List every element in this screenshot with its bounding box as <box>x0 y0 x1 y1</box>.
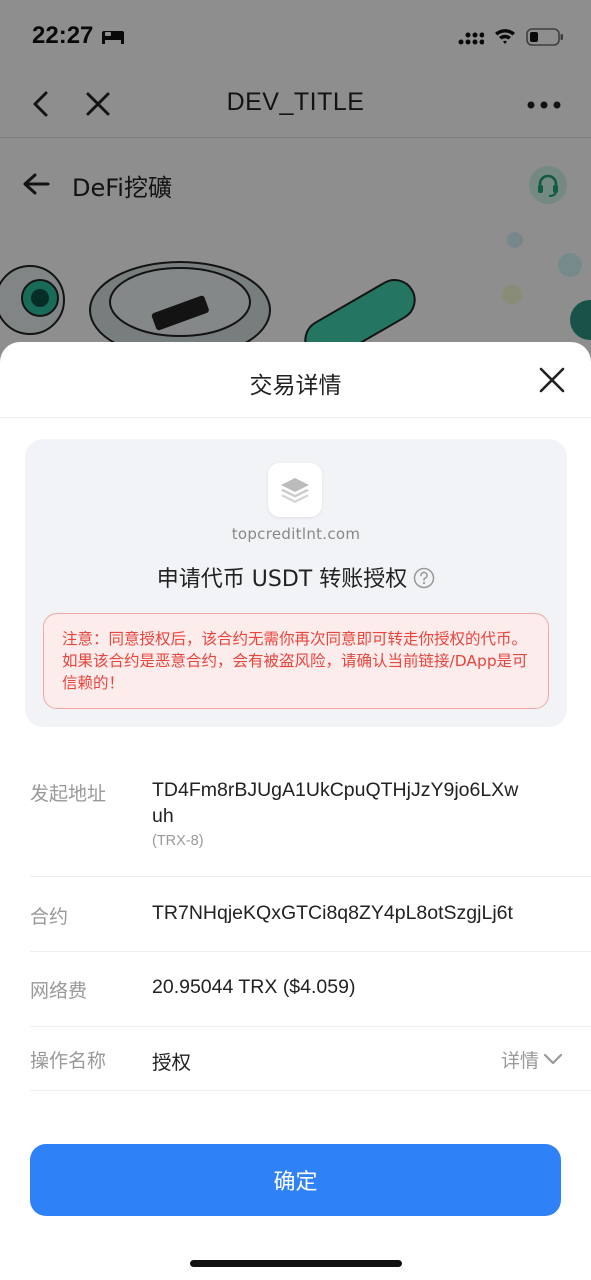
dapp-request-card: topcreditlnt.com 申请代币 USDT 转账授权 注意：同意授权后… <box>25 439 567 727</box>
home-indicator <box>190 1260 402 1267</box>
layers-icon <box>281 478 309 503</box>
operation-label: 操作名称 <box>30 1050 107 1072</box>
from-address-line2: uh <box>152 805 174 827</box>
contract-row: 合约 TR7NHqjeKQxGTCi8q8ZY4pL8otSzgjLj6t <box>30 877 591 952</box>
request-title: 申请代币 USDT 转账授权 <box>25 561 567 593</box>
details-toggle[interactable]: 详情 <box>501 1046 563 1073</box>
sheet-title: 交易详情 <box>249 373 342 399</box>
chevron-down-icon <box>543 1053 563 1065</box>
network-fee-value: 20.95044 TRX ($4.059) <box>152 976 356 998</box>
sheet-header: 交易详情 <box>0 342 591 418</box>
network-fee-row: 网络费 20.95044 TRX ($4.059) <box>30 952 591 1027</box>
network-fee-label: 网络费 <box>30 980 88 1002</box>
operation-row: 操作名称 授权 详情 <box>30 1027 591 1091</box>
details-label: 详情 <box>500 1050 539 1072</box>
request-title-text: 申请代币 USDT 转账授权 <box>156 567 408 592</box>
close-icon[interactable] <box>538 366 566 394</box>
dapp-domain: topcreditlnt.com <box>231 525 361 543</box>
risk-warning: 注意：同意授权后，该合约无需你再次同意即可转走你授权的代币。如果该合约是恶意合约… <box>43 613 549 709</box>
confirm-button[interactable]: 确定 <box>30 1144 561 1216</box>
dapp-logo <box>268 463 322 517</box>
from-address-line1: TD4Fm8rBJUgA1UkCpuQTHjJzY9jo6LXw <box>152 779 519 801</box>
contract-label: 合约 <box>30 906 69 928</box>
from-address-row: 发起地址 TD4Fm8rBJUgA1UkCpuQTHjJzY9jo6LXw uh… <box>30 757 591 877</box>
operation-value: 授权 <box>152 1052 192 1074</box>
help-icon[interactable] <box>413 567 435 589</box>
contract-address: TR7NHqjeKQxGTCi8q8ZY4pL8otSzgjLj6t <box>152 902 513 924</box>
transaction-detail-sheet: 交易详情 topcreditlnt.com 申请代币 USDT 转账授权 注意：… <box>0 342 591 1280</box>
from-address-label: 发起地址 <box>30 783 107 805</box>
network-tag: (TRX-8) <box>152 833 204 849</box>
transaction-fields: 发起地址 TD4Fm8rBJUgA1UkCpuQTHjJzY9jo6LXw uh… <box>30 757 591 1091</box>
